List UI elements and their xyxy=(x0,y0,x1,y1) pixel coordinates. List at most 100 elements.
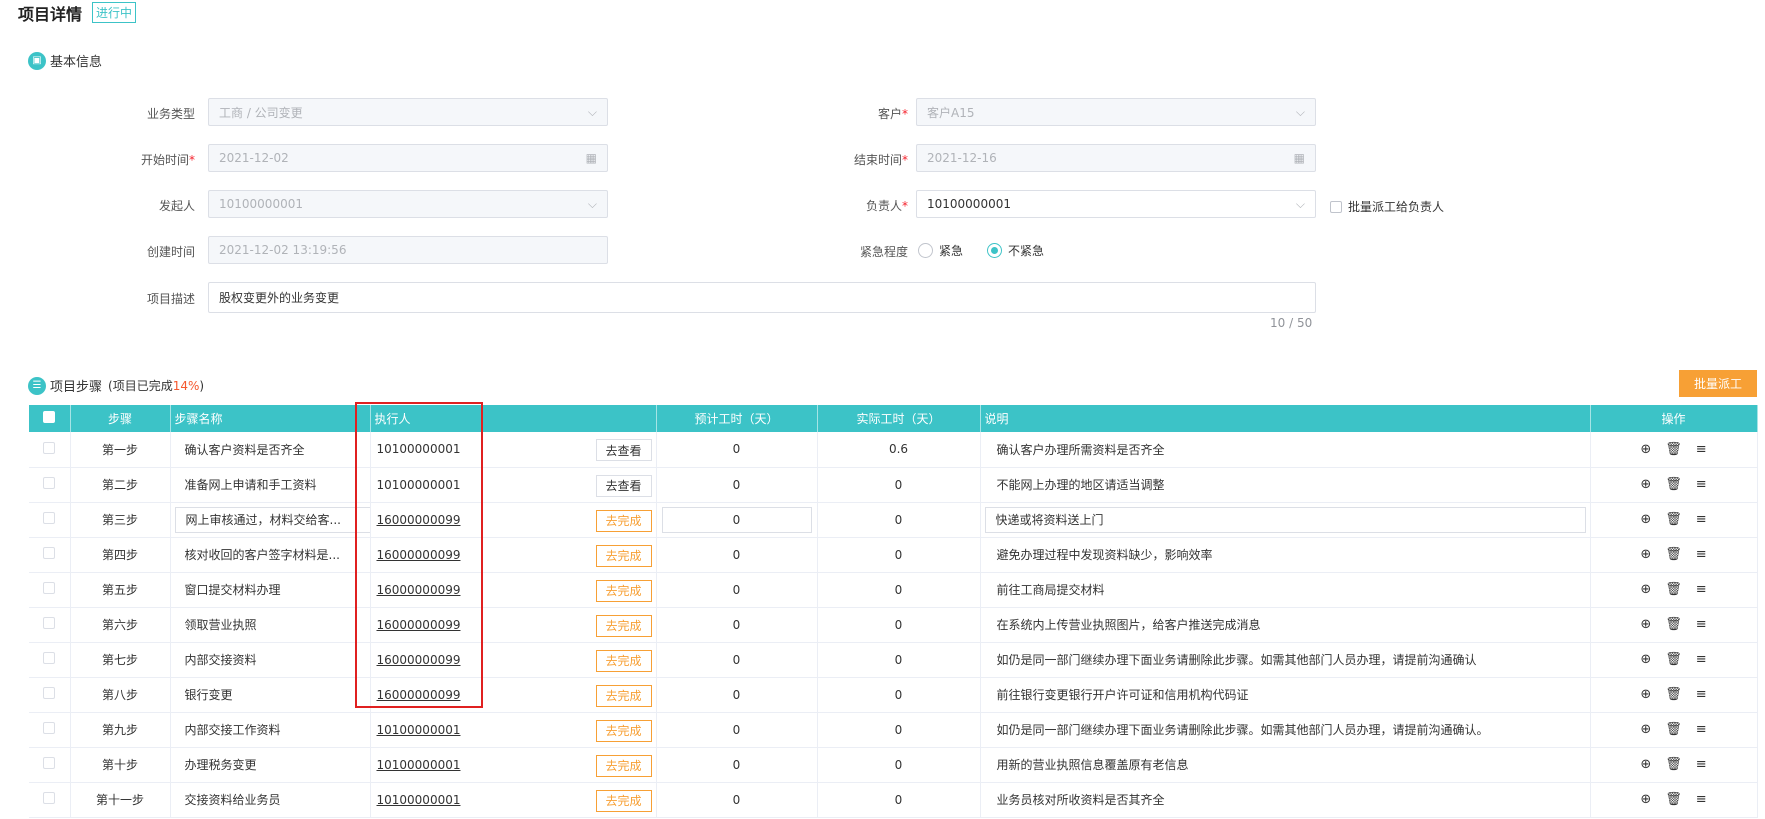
description-input[interactable]: 快递或将资料送上门 xyxy=(984,506,1586,533)
add-icon[interactable]: ⊕ xyxy=(1640,547,1651,562)
description-input[interactable]: 股权变更外的业务变更 xyxy=(208,282,1316,313)
row-select[interactable] xyxy=(29,677,71,713)
delete-icon[interactable]: 🗑 xyxy=(1665,792,1682,807)
select-all-checkbox[interactable] xyxy=(43,411,56,423)
executor-cell: 16000000099 去完成 xyxy=(370,537,657,573)
delete-icon[interactable]: 🗑 xyxy=(1665,617,1682,632)
owner-select[interactable]: 10100000001 ⌵ xyxy=(916,190,1316,218)
delete-icon[interactable]: 🗑 xyxy=(1665,442,1682,457)
complete-button[interactable]: 去完成 xyxy=(595,789,652,812)
row-select[interactable] xyxy=(29,782,71,818)
executor-link[interactable]: 10100000001 xyxy=(377,793,461,807)
row-checkbox[interactable] xyxy=(43,512,56,524)
view-button[interactable]: 去查看 xyxy=(595,439,652,461)
row-select[interactable] xyxy=(29,642,71,678)
add-icon[interactable]: ⊕ xyxy=(1640,687,1651,702)
business-type-select[interactable]: 工商 / 公司变更 ⌵ xyxy=(208,98,608,126)
complete-button[interactable]: 去完成 xyxy=(595,754,652,777)
end-time-picker[interactable]: 2021-12-16 ▦ xyxy=(916,144,1316,172)
row-checkbox[interactable] xyxy=(43,617,56,629)
row-checkbox[interactable] xyxy=(43,722,56,734)
row-select[interactable] xyxy=(29,432,71,468)
estimated-cell: 0 xyxy=(656,467,818,503)
drag-handle-icon[interactable]: ≡ xyxy=(1696,617,1707,632)
row-checkbox[interactable] xyxy=(43,792,56,804)
row-checkbox[interactable] xyxy=(43,477,56,489)
row-checkbox[interactable] xyxy=(43,547,56,559)
executor-link[interactable]: 16000000099 xyxy=(377,688,461,702)
row-checkbox[interactable] xyxy=(43,582,56,594)
executor-link[interactable]: 10100000001 xyxy=(377,478,461,492)
customer-select[interactable]: 客户A15 ⌵ xyxy=(916,98,1316,126)
row-select[interactable] xyxy=(29,712,71,748)
complete-button[interactable]: 去完成 xyxy=(595,509,652,532)
delete-icon[interactable]: 🗑 xyxy=(1665,512,1682,527)
executor-link[interactable]: 10100000001 xyxy=(377,442,461,456)
complete-button[interactable]: 去完成 xyxy=(595,579,652,602)
batch-assign-owner-checkbox[interactable]: 批量派工给负责人 xyxy=(1330,198,1444,215)
add-icon[interactable]: ⊕ xyxy=(1640,652,1651,667)
executor-link[interactable]: 16000000099 xyxy=(377,653,461,667)
row-select[interactable] xyxy=(29,572,71,608)
row-select[interactable] xyxy=(29,467,71,503)
row-select[interactable] xyxy=(29,607,71,643)
delete-icon[interactable]: 🗑 xyxy=(1665,757,1682,772)
complete-button[interactable]: 去完成 xyxy=(595,544,652,567)
select-all-header[interactable] xyxy=(29,405,71,432)
executor-link[interactable]: 16000000099 xyxy=(377,618,461,632)
row-checkbox[interactable] xyxy=(43,441,56,454)
drag-handle-icon[interactable]: ≡ xyxy=(1696,582,1707,597)
drag-handle-icon[interactable]: ≡ xyxy=(1696,757,1707,772)
start-time-picker[interactable]: 2021-12-02 ▦ xyxy=(208,144,608,172)
add-icon[interactable]: ⊕ xyxy=(1640,442,1651,457)
urgent-radio[interactable] xyxy=(918,243,933,258)
add-icon[interactable]: ⊕ xyxy=(1640,722,1651,737)
delete-icon[interactable]: 🗑 xyxy=(1665,477,1682,492)
delete-icon[interactable]: 🗑 xyxy=(1665,582,1682,597)
executor-link[interactable]: 16000000099 xyxy=(377,548,461,562)
complete-button[interactable]: 去完成 xyxy=(595,614,652,637)
delete-icon[interactable]: 🗑 xyxy=(1665,652,1682,667)
description-cell[interactable]: 快递或将资料送上门 xyxy=(980,502,1591,538)
delete-icon[interactable]: 🗑 xyxy=(1665,547,1682,562)
add-icon[interactable]: ⊕ xyxy=(1640,582,1651,597)
complete-button[interactable]: 去完成 xyxy=(595,684,652,707)
batch-assign-button[interactable]: 批量派工 xyxy=(1679,370,1757,397)
row-checkbox[interactable] xyxy=(43,652,56,664)
drag-handle-icon[interactable]: ≡ xyxy=(1696,512,1707,527)
drag-handle-icon[interactable]: ≡ xyxy=(1696,477,1707,492)
delete-icon[interactable]: 🗑 xyxy=(1665,722,1682,737)
add-icon[interactable]: ⊕ xyxy=(1640,757,1651,772)
estimated-cell[interactable]: 0 xyxy=(656,502,818,538)
complete-button[interactable]: 去完成 xyxy=(595,719,652,742)
step-name-input[interactable]: 网上审核通过，材料交给客... xyxy=(174,506,371,533)
row-select[interactable] xyxy=(29,747,71,783)
executor-link[interactable]: 16000000099 xyxy=(377,583,461,597)
not-urgent-radio[interactable] xyxy=(987,243,1003,258)
row-checkbox[interactable] xyxy=(43,687,56,699)
initiator-select[interactable]: 10100000001 ⌵ xyxy=(208,190,608,218)
estimated-input[interactable]: 0 xyxy=(661,506,812,533)
add-icon[interactable]: ⊕ xyxy=(1640,477,1651,492)
drag-handle-icon[interactable]: ≡ xyxy=(1696,722,1707,737)
step-name-cell[interactable]: 网上审核通过，材料交给客... xyxy=(170,502,371,538)
row-checkbox[interactable] xyxy=(43,757,56,769)
view-button[interactable]: 去查看 xyxy=(595,474,652,497)
add-icon[interactable]: ⊕ xyxy=(1640,617,1651,632)
drag-handle-icon[interactable]: ≡ xyxy=(1696,687,1707,702)
executor-link[interactable]: 10100000001 xyxy=(377,723,461,737)
row-select[interactable] xyxy=(29,537,71,573)
add-icon[interactable]: ⊕ xyxy=(1640,792,1651,807)
executor-link[interactable]: 16000000099 xyxy=(377,513,461,527)
executor-link[interactable]: 10100000001 xyxy=(377,758,461,772)
drag-handle-icon[interactable]: ≡ xyxy=(1696,792,1707,807)
add-icon[interactable]: ⊕ xyxy=(1640,512,1651,527)
complete-button[interactable]: 去完成 xyxy=(595,649,652,672)
drag-handle-icon[interactable]: ≡ xyxy=(1696,652,1707,667)
row-select[interactable] xyxy=(29,502,71,538)
drag-handle-icon[interactable]: ≡ xyxy=(1696,547,1707,562)
urgency-radio-group[interactable]: 紧急 不紧急 xyxy=(918,242,1044,259)
drag-handle-icon[interactable]: ≡ xyxy=(1696,442,1707,457)
delete-icon[interactable]: 🗑 xyxy=(1665,687,1682,702)
checkbox-icon[interactable] xyxy=(1330,200,1342,213)
